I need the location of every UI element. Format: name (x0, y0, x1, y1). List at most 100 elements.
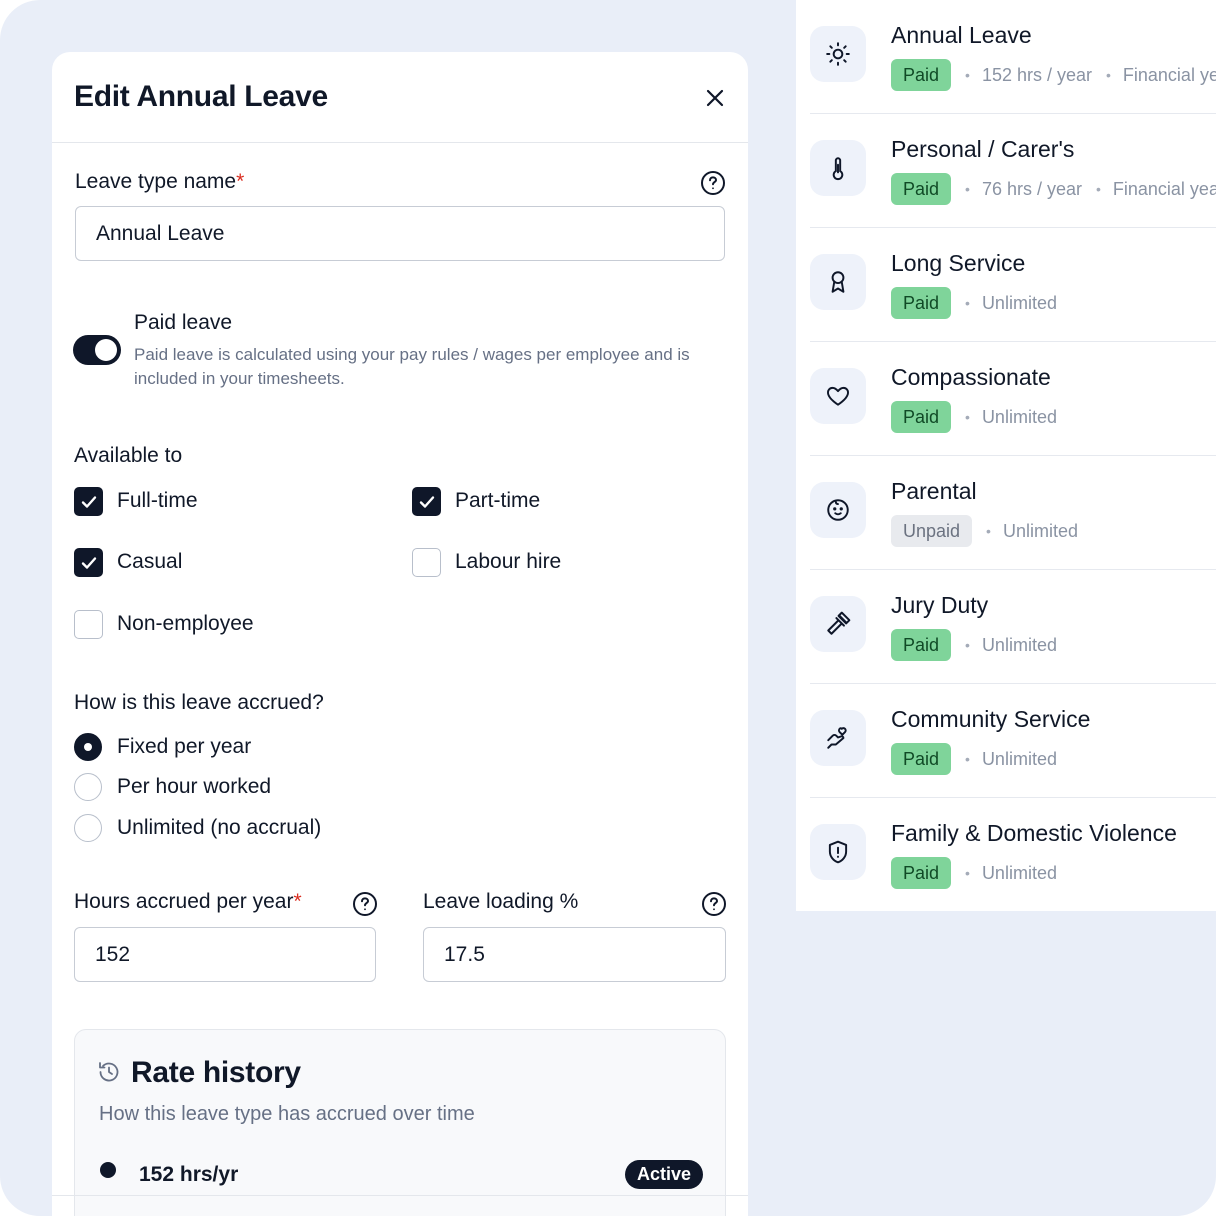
rate-history-subtitle: How this leave type has accrued over tim… (99, 1103, 475, 1125)
leave-type-row[interactable]: Jury Duty Paid • Unlimited (810, 570, 1216, 684)
casual-checkbox[interactable] (74, 548, 103, 577)
leave-type-row[interactable]: Long Service Paid • Unlimited (810, 228, 1216, 342)
labour-hire-checkbox[interactable] (412, 548, 441, 577)
paid-badge: Paid (891, 401, 952, 433)
paid-badge: Paid (891, 287, 952, 319)
paid-badge: Paid (891, 857, 952, 889)
paid-leave-title: Paid leave (134, 311, 233, 334)
separator-dot: • (965, 637, 970, 653)
help-icon[interactable] (701, 891, 727, 917)
gavel-icon (810, 596, 866, 652)
accrual-question: How is this leave accrued? (74, 691, 324, 714)
leave-type-list: Annual Leave Paid • 152 hrs / year • Fin… (796, 0, 1216, 911)
full-time-label: Full-time (117, 489, 198, 512)
leave-type-name: Compassionate (891, 364, 1051, 390)
paid-badge: Paid (891, 629, 952, 661)
required-mark: * (236, 170, 245, 193)
hand-heart-icon (810, 710, 866, 766)
leave-type-meta: Paid • Unlimited (891, 743, 1057, 775)
separator-dot: • (965, 181, 970, 197)
close-button[interactable] (701, 84, 729, 112)
leave-type-name: Annual Leave (891, 22, 1032, 48)
part-time-label: Part-time (455, 489, 541, 512)
shield-alert-icon (810, 824, 866, 880)
available-to-label: Available to (74, 444, 183, 467)
footer-divider (52, 1195, 748, 1196)
leave-name-input[interactable] (75, 206, 725, 261)
help-icon[interactable] (352, 891, 378, 917)
leave-type-meta: Paid • Unlimited (891, 629, 1057, 661)
separator-dot: • (965, 295, 970, 311)
name-label-text: Leave type name (75, 170, 237, 193)
separator-dot: • (965, 67, 970, 83)
paid-leave-toggle[interactable] (73, 335, 121, 365)
active-badge: Active (625, 1160, 704, 1189)
hours-per-year-input[interactable] (74, 927, 376, 982)
sun-icon (810, 26, 866, 82)
leave-type-row[interactable]: Community Service Paid • Unlimited (810, 684, 1216, 798)
hours-label-text: Hours accrued per year (74, 890, 294, 913)
labour-hire-label: Labour hire (455, 550, 562, 573)
accrual-period: Financial year (1112, 178, 1216, 199)
modal-title: Edit Annual Leave (74, 80, 328, 113)
rate-history-card: Rate history How this leave type has acc… (74, 1029, 726, 1216)
paid-leave-description: Paid leave is calculated using your pay … (134, 345, 690, 388)
leave-type-row[interactable]: Family & Domestic Violence Paid • Unlimi… (810, 798, 1216, 911)
unpaid-badge: Unpaid (891, 515, 973, 547)
paid-badge: Paid (891, 59, 952, 91)
accrual-limit: Unlimited (981, 634, 1057, 655)
non-employee-label: Non-employee (117, 612, 254, 635)
heart-icon (810, 368, 866, 424)
accrual-period: Financial year (1122, 64, 1216, 85)
leave-type-meta: Paid • 152 hrs / year • Financial year (891, 59, 1216, 91)
leave-type-meta: Paid • Unlimited (891, 401, 1057, 433)
fixed-per-year-label: Fixed per year (117, 735, 252, 758)
leave-type-name: Personal / Carer's (891, 136, 1075, 162)
accrual-limit: Unlimited (981, 748, 1057, 769)
separator-dot: • (986, 523, 991, 539)
hours-per-year: 76 hrs / year (981, 178, 1082, 199)
thermometer-icon (810, 140, 866, 196)
leave-type-meta: Paid • 76 hrs / year • Financial year (891, 173, 1216, 205)
close-icon (706, 89, 724, 107)
paid-badge: Paid (891, 173, 952, 205)
leave-loading-label: Leave loading % (423, 890, 579, 913)
leave-type-row[interactable]: Parental Unpaid • Unlimited (810, 456, 1216, 570)
leave-type-name: Community Service (891, 706, 1091, 732)
separator-dot: • (965, 409, 970, 425)
separator-dot: • (965, 751, 970, 767)
baby-icon (810, 482, 866, 538)
rate-history-title: Rate history (131, 1056, 301, 1089)
toggle-knob (95, 339, 117, 361)
leave-type-meta: Paid • Unlimited (891, 287, 1057, 319)
per-hour-worked-radio[interactable] (74, 773, 102, 801)
paid-badge: Paid (891, 743, 952, 775)
leave-type-name: Jury Duty (891, 592, 989, 618)
name-label: Leave type name* (75, 170, 244, 194)
full-time-checkbox[interactable] (74, 487, 103, 516)
leave-loading-input[interactable] (423, 927, 726, 982)
hours-per-year: 152 hrs / year (981, 64, 1092, 85)
leave-type-row[interactable]: Compassionate Paid • Unlimited (810, 342, 1216, 456)
leave-type-name: Parental (891, 478, 977, 504)
per-hour-worked-label: Per hour worked (117, 775, 272, 798)
separator-dot: • (1106, 67, 1111, 83)
leave-type-row[interactable]: Annual Leave Paid • 152 hrs / year • Fin… (810, 0, 1216, 114)
unlimited-label: Unlimited (no accrual) (117, 816, 322, 839)
accrual-limit: Unlimited (981, 406, 1057, 427)
leave-type-name: Long Service (891, 250, 1026, 276)
leave-type-meta: Paid • Unlimited (891, 857, 1057, 889)
separator-dot: • (1095, 181, 1101, 197)
check-icon (419, 495, 434, 508)
separator-dot: • (965, 865, 970, 881)
leave-type-row[interactable]: Personal / Carer's Paid • 76 hrs / year … (810, 114, 1216, 228)
leave-type-meta: Unpaid • Unlimited (891, 515, 1078, 547)
non-employee-checkbox[interactable] (74, 610, 103, 639)
fixed-per-year-radio[interactable] (74, 733, 102, 761)
accrual-limit: Unlimited (981, 292, 1057, 313)
help-icon[interactable] (700, 170, 726, 196)
unlimited-radio[interactable] (74, 814, 102, 842)
award-icon (810, 254, 866, 310)
rate-entry-value: 152 hrs/yr (139, 1163, 239, 1186)
part-time-checkbox[interactable] (412, 487, 441, 516)
